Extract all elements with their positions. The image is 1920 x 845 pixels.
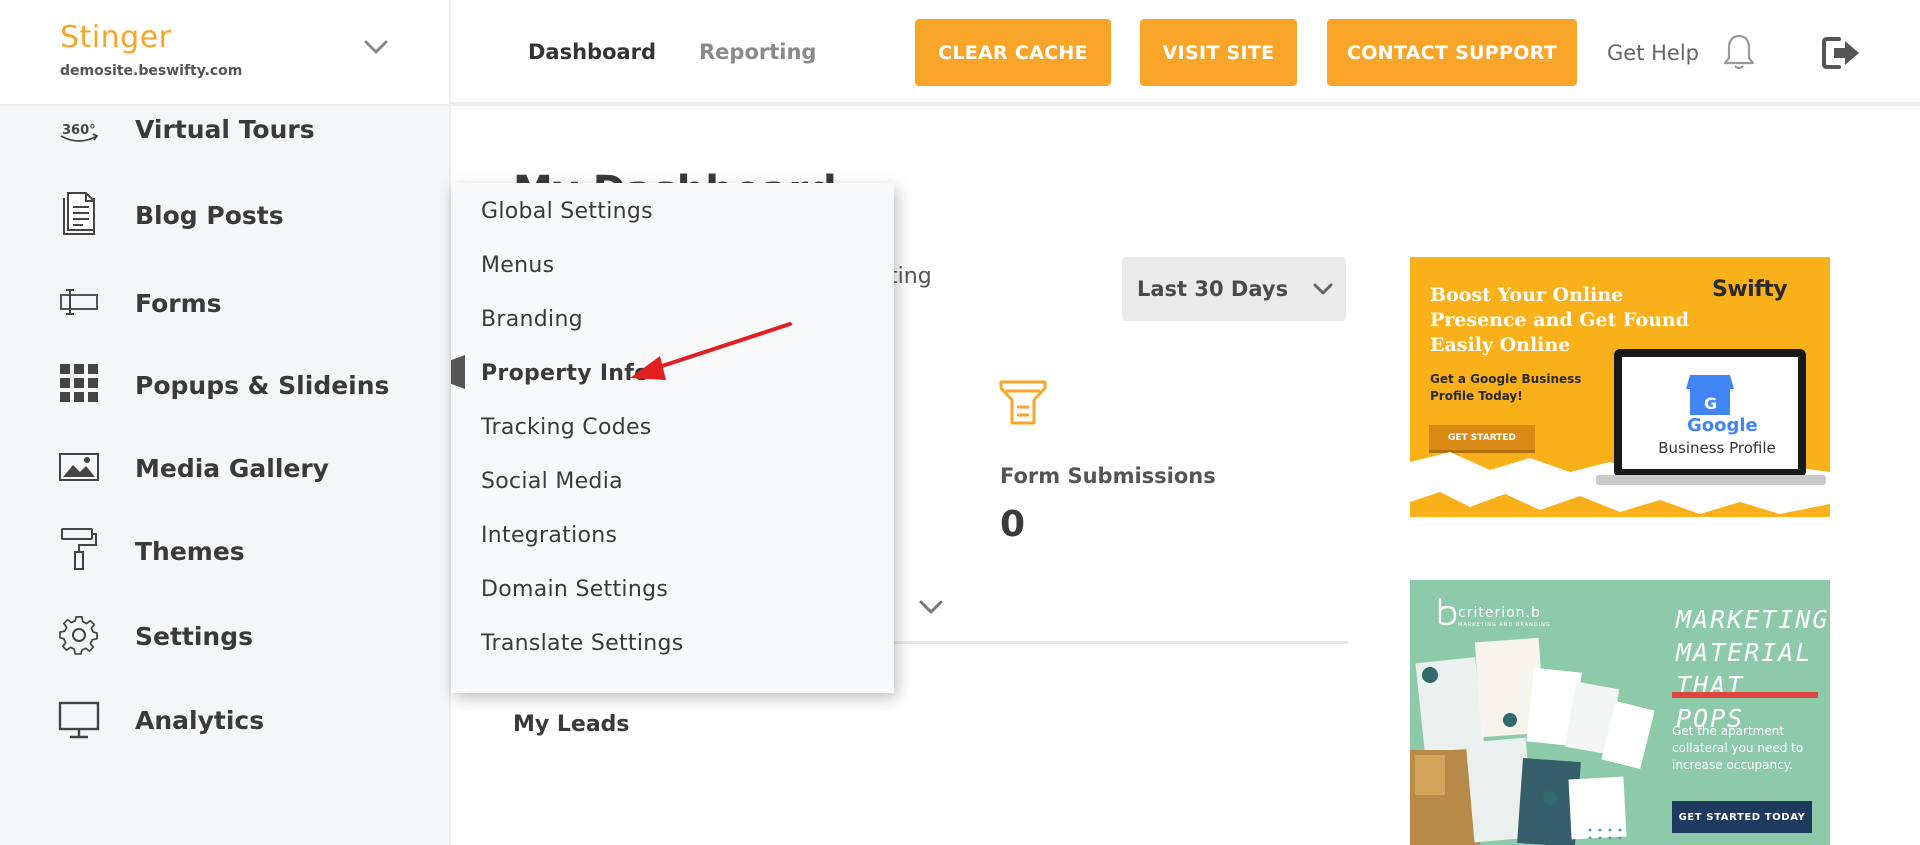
- sidebar: 360° Virtual Tours Blog Posts Forms Popu…: [0, 106, 451, 845]
- ad2-get-started-button[interactable]: GET STARTED TODAY: [1672, 801, 1812, 833]
- menu-item-branding[interactable]: Branding: [481, 307, 583, 332]
- criterion-brand-sub: MARKETING AND BRANDING: [1458, 622, 1551, 628]
- sidebar-item-popups[interactable]: Popups & Slideins: [0, 348, 449, 418]
- settings-dropdown-menu: Global Settings Menus Branding Property …: [451, 183, 894, 693]
- sidebar-item-label: Media Gallery: [135, 454, 329, 483]
- monitor-icon: [58, 701, 100, 739]
- sidebar-item-forms[interactable]: Forms: [0, 266, 449, 336]
- brand-panel[interactable]: Stinger demosite.beswifty.com: [0, 0, 451, 106]
- image-icon: [59, 453, 99, 481]
- date-range-value: Last 30 Days: [1137, 277, 1289, 301]
- business-profile-text: Business Profile: [1658, 439, 1776, 457]
- ad-headline: Boost Your Online Presence and Get Found…: [1430, 284, 1690, 356]
- my-leads-heading: My Leads: [513, 712, 630, 737]
- tab-dashboard[interactable]: Dashboard: [528, 40, 656, 64]
- sidebar-item-virtual-tours[interactable]: 360° Virtual Tours: [0, 106, 449, 166]
- sidebar-item-label: Virtual Tours: [135, 115, 315, 144]
- sidebar-item-media-gallery[interactable]: Media Gallery: [0, 431, 449, 501]
- google-wordmark: Google: [1687, 415, 1758, 436]
- menu-item-tracking-codes[interactable]: Tracking Codes: [481, 415, 652, 440]
- brand-name: Stinger: [60, 20, 172, 55]
- tab-reporting[interactable]: Reporting: [699, 40, 816, 64]
- sidebar-item-label: Settings: [135, 622, 254, 651]
- ad2-headline: MARKETING MATERIAL THAT POPS: [1676, 605, 1830, 733]
- sidebar-item-label: Analytics: [135, 706, 265, 735]
- criterion-logo-icon: [1438, 598, 1457, 626]
- sidebar-item-settings[interactable]: Settings: [0, 599, 449, 669]
- active-item-marker: [451, 355, 465, 389]
- annotation-arrow-icon: [630, 322, 792, 380]
- sidebar-item-label: Blog Posts: [135, 201, 284, 230]
- criterion-brand: criterion.b: [1458, 605, 1541, 621]
- menu-item-menus[interactable]: Menus: [481, 253, 554, 278]
- sidebar-item-label: Themes: [135, 537, 245, 566]
- brand-domain: demosite.beswifty.com: [60, 63, 243, 79]
- ad-subtext: Get a Google Business Profile Today!: [1430, 372, 1582, 403]
- clear-cache-button[interactable]: CLEAR CACHE: [915, 19, 1111, 86]
- menu-item-global-settings[interactable]: Global Settings: [481, 199, 653, 224]
- sidebar-item-analytics[interactable]: Analytics: [0, 683, 449, 753]
- contact-support-button[interactable]: CONTACT SUPPORT: [1327, 19, 1577, 86]
- menu-item-social-media[interactable]: Social Media: [481, 469, 623, 494]
- form-field-icon: [60, 289, 98, 315]
- document-icon: [63, 192, 95, 235]
- sidebar-item-themes[interactable]: Themes: [0, 514, 449, 584]
- criterion-ad[interactable]: criterion.b MARKETING AND BRANDING MARKE…: [1410, 580, 1830, 845]
- form-submissions-label: Form Submissions: [1000, 464, 1216, 488]
- sidebar-item-label: Popups & Slideins: [135, 371, 390, 400]
- grid-icon: [60, 364, 98, 402]
- visit-site-button[interactable]: VISIT SITE: [1140, 19, 1297, 86]
- sidebar-item-blog-posts[interactable]: Blog Posts: [0, 178, 449, 248]
- bell-icon[interactable]: [1719, 32, 1759, 72]
- headline-underline: [1672, 692, 1818, 698]
- menu-item-domain-settings[interactable]: Domain Settings: [481, 577, 668, 602]
- date-range-select[interactable]: Last 30 Days: [1122, 257, 1346, 321]
- ad-get-started-button[interactable]: GET STARTED: [1429, 425, 1535, 453]
- google-profile-ad[interactable]: Boost Your Online Presence and Get Found…: [1410, 257, 1830, 517]
- svg-text:G: G: [1704, 394, 1717, 413]
- logout-icon[interactable]: [1821, 33, 1863, 73]
- ad2-subtext: Get the apartment collateral you need to…: [1672, 724, 1804, 772]
- menu-item-integrations[interactable]: Integrations: [481, 523, 617, 548]
- gear-icon: [59, 616, 98, 655]
- swifty-logo: Swifty: [1712, 277, 1788, 302]
- chevron-down-icon[interactable]: [358, 30, 394, 66]
- top-bar: Dashboard Reporting CLEAR CACHE VISIT SI…: [451, 0, 1920, 106]
- get-help-link[interactable]: Get Help: [1607, 41, 1699, 65]
- paint-roller-icon: [61, 528, 97, 570]
- sidebar-item-label: Forms: [135, 289, 222, 318]
- chevron-down-icon[interactable]: [918, 598, 944, 616]
- menu-item-translate-settings[interactable]: Translate Settings: [481, 631, 684, 656]
- form-submissions-value: 0: [1000, 504, 1026, 545]
- 360-icon: 360°: [60, 123, 99, 142]
- funnel-icon: [999, 380, 1047, 425]
- marketing-collage-image: [1410, 637, 1655, 845]
- chevron-down-icon: [1313, 283, 1333, 295]
- svg-text:360°: 360°: [62, 123, 96, 138]
